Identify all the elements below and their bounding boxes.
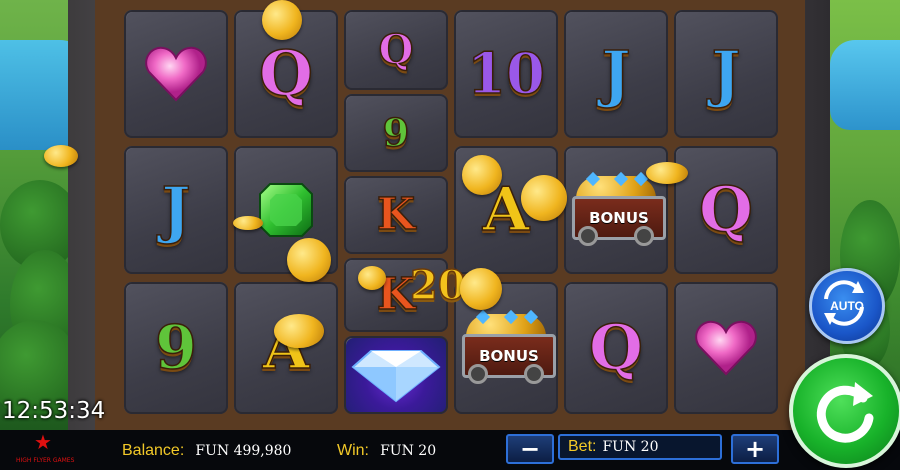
symbol-j: J xyxy=(601,37,632,110)
bonus-label: BONUS xyxy=(589,209,649,227)
symbol-q: Q xyxy=(258,37,314,110)
pink-heart-gem-icon xyxy=(145,46,207,102)
blue-diamond-icon xyxy=(351,350,441,403)
coin-icon xyxy=(358,266,386,290)
reel-cell-heart xyxy=(674,282,778,414)
coin-icon xyxy=(460,268,502,310)
reel-cell-j: J xyxy=(124,146,228,274)
reel-cell-q-small: Q xyxy=(344,10,448,90)
symbol-q: Q xyxy=(378,26,414,73)
balance-display: Balance: FUN 499,980 xyxy=(122,440,291,460)
bonus-label: BONUS xyxy=(479,347,539,365)
balance-label: Balance: xyxy=(122,442,185,459)
game-scene: J 9 Q A Q 9 K K 10 A BONUS J BONUS Q J Q… xyxy=(0,0,900,470)
reel-cell-j: J xyxy=(674,10,778,138)
symbol-j: J xyxy=(711,37,742,110)
reel-cell-diamond xyxy=(344,336,448,414)
logo-text: HIGH FLYER GAMES xyxy=(16,457,75,464)
bet-display: Bet: FUN 20 xyxy=(558,434,722,460)
coin-icon xyxy=(262,0,302,40)
spin-arrow-icon xyxy=(816,382,874,443)
star-icon: ★ xyxy=(34,430,52,454)
bonus-mine-cart-icon: BONUS xyxy=(456,308,556,388)
coin-icon xyxy=(233,216,263,230)
symbol-k: K xyxy=(376,189,416,240)
reel-cell-q: Q xyxy=(674,146,778,274)
win-display: Win: FUN 20 xyxy=(337,440,436,460)
reel-grid: J 9 Q A Q 9 K K 10 A BONUS J BONUS Q J Q xyxy=(120,6,785,420)
symbol-9: 9 xyxy=(154,313,197,383)
coin-icon xyxy=(274,314,324,348)
waterfall-right xyxy=(830,40,900,130)
clock-display: 12:53:34 xyxy=(2,398,106,424)
autoplay-button[interactable]: AUTO xyxy=(809,268,885,344)
coin-icon xyxy=(521,175,567,221)
coin-icon xyxy=(462,155,502,195)
pink-heart-gem-icon xyxy=(695,320,757,376)
win-amount-label: 20 xyxy=(409,261,466,310)
bet-label: Bet: xyxy=(568,438,597,455)
reel-cell-9-small: 9 xyxy=(344,94,448,172)
reel-cell-heart xyxy=(124,10,228,138)
reel-cell-q: Q xyxy=(564,282,668,414)
symbol-q: Q xyxy=(698,173,754,246)
spin-button[interactable] xyxy=(789,354,900,468)
win-value: FUN 20 xyxy=(380,443,437,459)
bet-decrease-button[interactable]: − xyxy=(506,434,554,464)
symbol-10: 10 xyxy=(466,41,545,107)
symbol-j: J xyxy=(161,173,192,246)
autoplay-label: AUTO xyxy=(830,299,864,313)
bet-value: FUN 20 xyxy=(602,439,659,455)
reel-cell-j: J xyxy=(564,10,668,138)
coin-icon xyxy=(287,238,331,282)
coin-icon xyxy=(44,145,78,167)
green-emerald-icon xyxy=(259,183,313,237)
coin-icon xyxy=(646,162,688,184)
brand-logo: ★ HIGH FLYER GAMES xyxy=(16,430,76,470)
reel-cell-a: A xyxy=(234,282,338,414)
bonus-mine-cart-icon: BONUS xyxy=(566,170,666,250)
win-label: Win: xyxy=(337,442,369,459)
bet-increase-button[interactable]: + xyxy=(731,434,779,464)
reel-cell-k: K xyxy=(344,176,448,254)
reel-cell-9: 9 xyxy=(124,282,228,414)
symbol-q: Q xyxy=(588,311,644,384)
balance-value: FUN 499,980 xyxy=(195,443,292,459)
symbol-9: 9 xyxy=(382,110,410,155)
reel-cell-10: 10 xyxy=(454,10,558,138)
